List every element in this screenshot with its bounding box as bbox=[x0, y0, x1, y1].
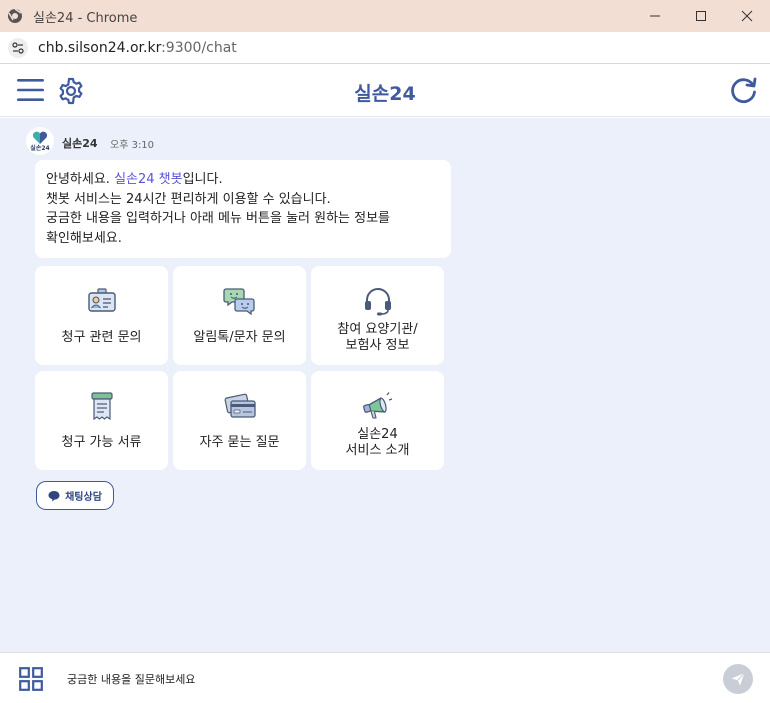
card-label: 자주 묻는 질문 bbox=[173, 435, 306, 451]
card-label: 청구 가능 서류 bbox=[35, 435, 168, 451]
menu-card-claimable-documents[interactable]: 청구 가능 서류 bbox=[35, 371, 168, 470]
message-line-1-prefix: 안녕하세요. bbox=[46, 172, 115, 187]
headset-icon bbox=[364, 288, 391, 316]
menu-card-service-intro[interactable]: 실손24 서비스 소개 bbox=[311, 371, 444, 470]
card-label: 청구 관련 문의 bbox=[35, 330, 168, 346]
url-path: :9300/chat bbox=[161, 39, 237, 56]
window-title: 실손24 - Chrome bbox=[33, 10, 138, 26]
close-button[interactable] bbox=[724, 0, 770, 32]
app-header: 실손24 bbox=[0, 65, 770, 117]
chat-consult-button[interactable]: 채팅상담 bbox=[36, 481, 114, 510]
sender-name: 실손24 bbox=[62, 137, 98, 150]
card-label-line-1: 실손24 bbox=[357, 427, 398, 442]
card-label-line-1: 청구 관련 문의 bbox=[61, 330, 142, 345]
card-label-line-2: 보험사 정보 bbox=[345, 338, 410, 353]
grid-menu-icon[interactable] bbox=[19, 667, 43, 691]
message-input[interactable] bbox=[60, 664, 700, 694]
id-card-icon bbox=[87, 288, 116, 312]
welcome-message-bubble: 안녕하세요. 실손24 챗봇입니다. 챗봇 서비스는 24시간 편리하게 이용할… bbox=[35, 160, 451, 258]
maximize-button[interactable] bbox=[678, 0, 724, 32]
url-host: chb.silson24.or.kr bbox=[38, 39, 162, 56]
document-icon bbox=[90, 392, 113, 421]
tune-icon bbox=[12, 41, 24, 54]
card-label: 실손24 서비스 소개 bbox=[311, 427, 444, 459]
chatbot-highlight: 실손24 챗봇 bbox=[114, 172, 183, 187]
site-info-button[interactable] bbox=[8, 37, 28, 58]
avatar-brand-text: 실손24 bbox=[30, 144, 50, 152]
message-input-bar bbox=[0, 652, 770, 703]
menu-card-participating-institutions[interactable]: 참여 요양기관/보험사 정보 bbox=[311, 266, 444, 365]
message-line-2: 챗봇 서비스는 24시간 편리하게 이용할 수 있습니다. bbox=[46, 191, 331, 207]
address-bar[interactable]: chb.silson24.or.kr:9300/chat bbox=[0, 32, 770, 64]
heart-logo-icon bbox=[32, 131, 48, 144]
card-label-line-1: 청구 가능 서류 bbox=[61, 435, 142, 450]
url-text[interactable]: chb.silson24.or.kr:9300/chat bbox=[38, 40, 237, 56]
card-label-line-1: 알림톡/문자 문의 bbox=[193, 330, 286, 345]
menu-card-claim-inquiry[interactable]: 청구 관련 문의 bbox=[35, 266, 168, 365]
card-label-line-1: 참여 요양기관/ bbox=[337, 322, 418, 337]
message-line-1-suffix: 입니다. bbox=[182, 172, 223, 187]
bot-avatar: 실손24 bbox=[26, 127, 54, 155]
message-time: 오후 3:10 bbox=[110, 140, 155, 151]
minimize-button[interactable] bbox=[632, 0, 678, 32]
chat-consult-label: 채팅상담 bbox=[65, 492, 102, 503]
message-line-1: 안녕하세요. 실손24 챗봇입니다. bbox=[46, 170, 440, 190]
card-label-line-1: 자주 묻는 질문 bbox=[199, 435, 280, 450]
window-title-bar: 실손24 - Chrome bbox=[0, 0, 770, 32]
minimize-icon bbox=[650, 15, 660, 17]
card-label: 참여 요양기관/보험사 정보 bbox=[311, 322, 444, 354]
megaphone-icon bbox=[362, 392, 392, 419]
chrome-app-icon bbox=[8, 8, 22, 23]
credit-card-icon bbox=[224, 393, 256, 418]
card-label-line-2: 서비스 소개 bbox=[345, 443, 410, 458]
maximize-icon bbox=[696, 11, 706, 21]
menu-card-faq[interactable]: 자주 묻는 질문 bbox=[173, 371, 306, 470]
chat-area[interactable]: 실손24 실손24 오후 3:10 안녕하세요. 실손24 챗봇입니다. 챗봇 … bbox=[0, 118, 770, 652]
send-icon bbox=[731, 672, 745, 686]
chat-icon bbox=[48, 490, 60, 501]
app-title: 실손24 bbox=[354, 83, 416, 105]
send-button[interactable] bbox=[723, 664, 753, 694]
message-line-4: 확인해보세요. bbox=[46, 230, 122, 246]
message-line-3: 궁금한 내용을 입력하거나 아래 메뉴 버튼을 눌러 원하는 정보를 bbox=[46, 211, 391, 226]
refresh-icon[interactable] bbox=[729, 76, 758, 105]
close-icon bbox=[741, 10, 753, 22]
card-label: 알림톡/문자 문의 bbox=[173, 330, 306, 346]
chat-bubbles-icon bbox=[222, 288, 255, 316]
menu-card-alimtalk-sms-inquiry[interactable]: 알림톡/문자 문의 bbox=[173, 266, 306, 365]
